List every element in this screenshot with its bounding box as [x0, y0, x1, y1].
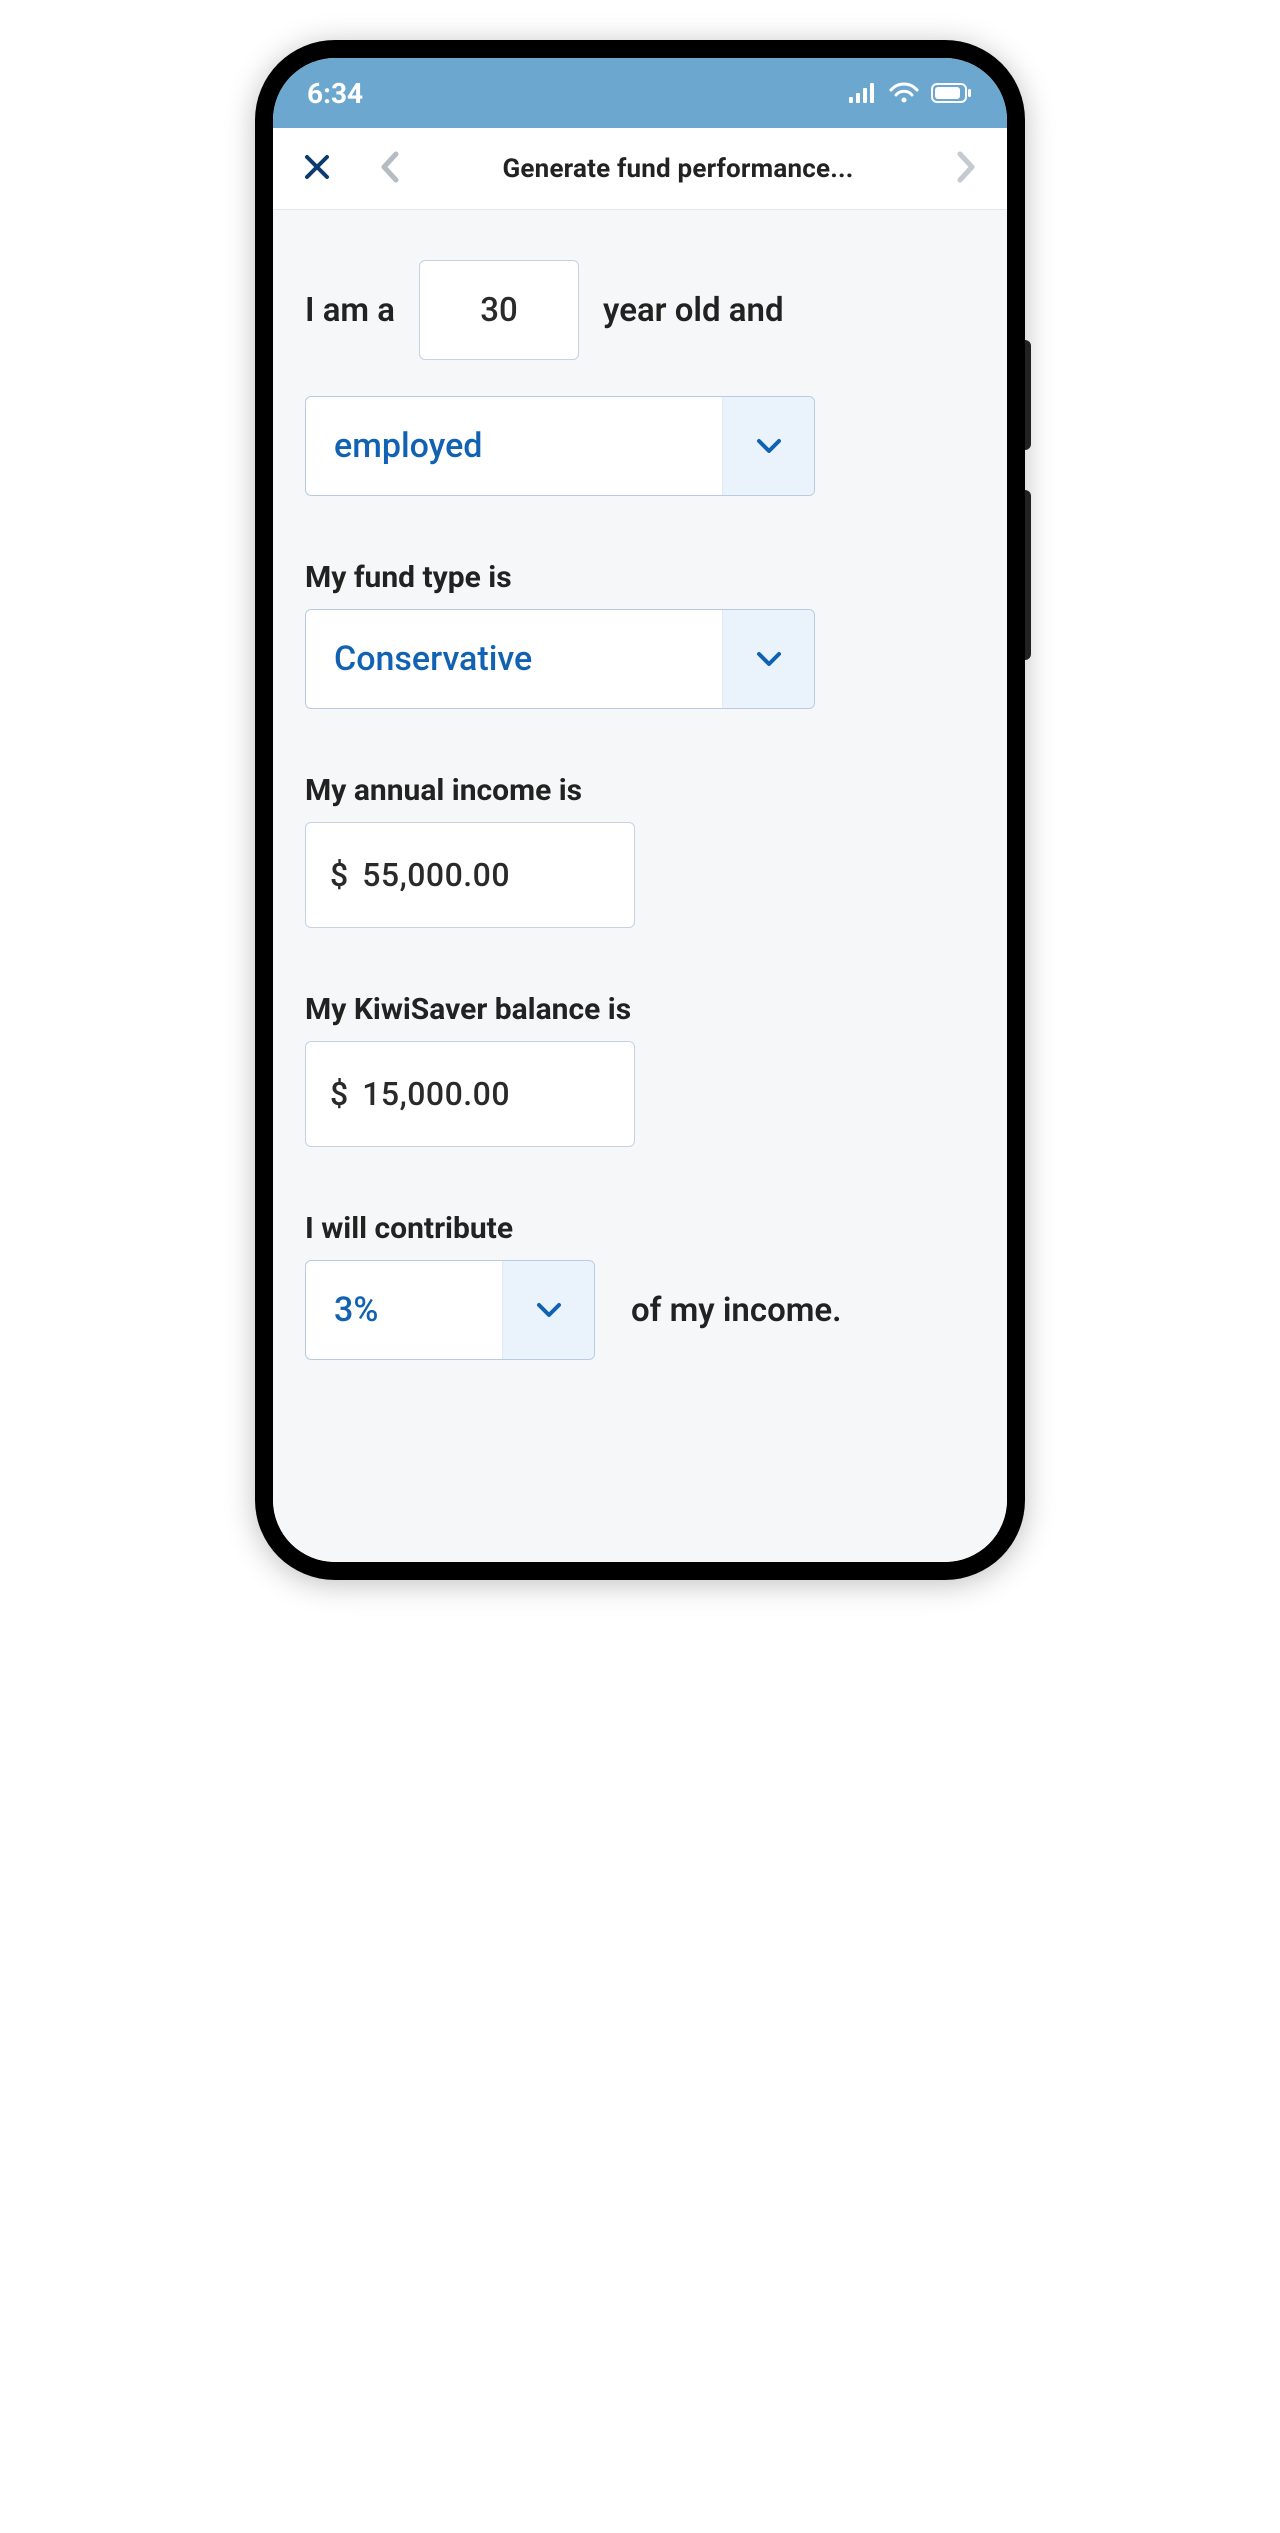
contribute-suffix: of my income. — [631, 1291, 842, 1330]
contribute-value: 3% — [306, 1290, 502, 1330]
contribute-label: I will contribute — [305, 1211, 975, 1246]
device-frame: 6:34 Generate fund performance... — [255, 40, 1025, 1580]
balance-label: My KiwiSaver balance is — [305, 992, 975, 1027]
balance-input[interactable]: $ 15,000.00 — [305, 1041, 635, 1147]
currency-symbol: $ — [330, 856, 348, 894]
age-section: I am a 30 year old and employed — [305, 260, 975, 496]
form-content: I am a 30 year old and employed My fund … — [273, 210, 1007, 1562]
age-suffix-label: year old and — [603, 291, 784, 330]
chevron-left-icon[interactable] — [379, 150, 401, 188]
page-title: Generate fund performance... — [449, 154, 907, 184]
fund-select[interactable]: Conservative — [305, 609, 815, 709]
battery-icon — [931, 83, 973, 103]
contribute-section: I will contribute 3% of my income. — [305, 1211, 975, 1360]
device-screen: 6:34 Generate fund performance... — [273, 58, 1007, 1562]
contribute-select[interactable]: 3% — [305, 1260, 595, 1360]
income-section: My annual income is $ 55,000.00 — [305, 773, 975, 928]
signal-icon — [849, 83, 877, 103]
close-icon[interactable] — [303, 153, 331, 185]
fund-section: My fund type is Conservative — [305, 560, 975, 709]
status-time: 6:34 — [307, 77, 363, 110]
age-value: 30 — [420, 261, 578, 361]
chevron-down-icon — [722, 397, 814, 495]
balance-section: My KiwiSaver balance is $ 15,000.00 — [305, 992, 975, 1147]
wifi-icon — [889, 82, 919, 104]
income-value: 55,000.00 — [362, 856, 510, 894]
chevron-down-icon — [722, 610, 814, 708]
employment-value: employed — [306, 426, 722, 466]
age-input[interactable]: 30 — [419, 260, 579, 360]
currency-symbol: $ — [330, 1075, 348, 1113]
fund-label: My fund type is — [305, 560, 975, 595]
income-label: My annual income is — [305, 773, 975, 808]
chevron-down-icon — [502, 1261, 594, 1359]
device-side-button — [1025, 490, 1031, 660]
fund-value: Conservative — [306, 639, 722, 679]
chevron-right-icon[interactable] — [955, 150, 977, 188]
nav-bar: Generate fund performance... — [273, 128, 1007, 210]
status-icons — [849, 82, 973, 104]
employment-select[interactable]: employed — [305, 396, 815, 496]
device-side-button — [1025, 340, 1031, 450]
income-input[interactable]: $ 55,000.00 — [305, 822, 635, 928]
balance-value: 15,000.00 — [362, 1075, 510, 1113]
age-prefix-label: I am a — [305, 291, 395, 330]
status-bar: 6:34 — [273, 58, 1007, 128]
